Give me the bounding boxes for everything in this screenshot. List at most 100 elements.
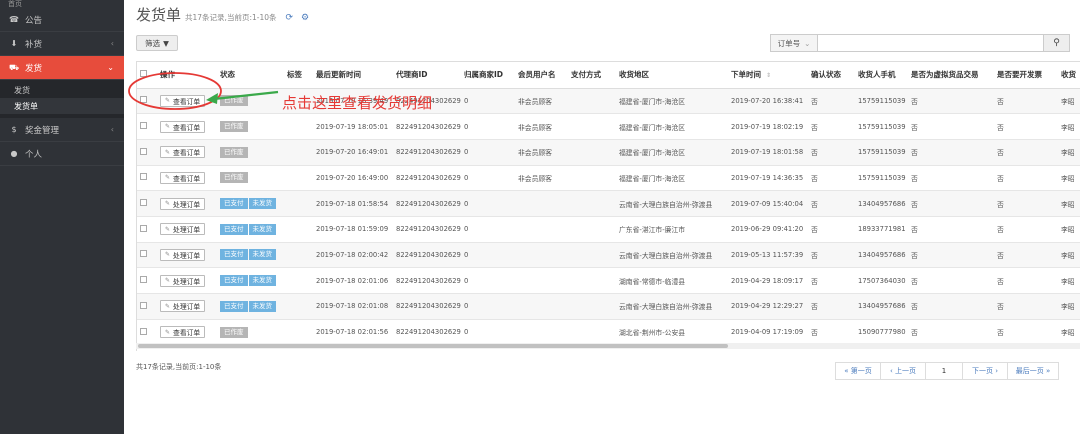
prev-page-button[interactable]: ‹ 上一页 (880, 362, 926, 380)
member-name-cell (515, 267, 568, 294)
label-cell (284, 242, 313, 269)
refresh-icon[interactable]: ⟳ (286, 13, 294, 23)
order-time-cell: 2019-04-29 18:09:17 (728, 267, 808, 294)
confirm-status-cell: 否 (808, 242, 855, 269)
row-checkbox[interactable] (140, 199, 147, 207)
column-header-label: 下单时间 (731, 70, 761, 80)
status-badge: 已支付 (220, 198, 248, 210)
order-time-cell: 2019-07-19 14:36:35 (728, 165, 808, 192)
submenu-item-label: 发货单 (14, 101, 38, 111)
filter-button[interactable]: 筛选 ▼ (136, 35, 178, 51)
search-field-select[interactable]: 订单号 ⌄ (770, 34, 818, 52)
column-header: 归属商家ID (461, 62, 515, 89)
row-select-cell[interactable] (137, 113, 157, 140)
process-order-button[interactable]: ✎ 处理订单 (160, 248, 206, 261)
column-header: 是否为虚拟货品交易 (908, 62, 994, 89)
sidebar-item-shipping[interactable]: ⛟ 发货 ⌄ (0, 56, 124, 80)
view-order-button[interactable]: ✎ 查看订单 (160, 120, 206, 133)
search-icon: ⚲ (1053, 38, 1060, 48)
title-row: 发货单 共17条记录,当前页:1-10条 ⟳ ⚙ (136, 4, 309, 25)
view-order-button[interactable]: ✎ 查看订单 (160, 94, 206, 107)
row-checkbox[interactable] (140, 327, 147, 335)
member-name-cell (515, 293, 568, 320)
action-label: 查看订单 (173, 329, 201, 338)
row-checkbox[interactable] (140, 276, 147, 284)
view-order-button[interactable]: ✎ 查看订单 (160, 171, 206, 184)
status-cell: 已支付 未发货 (217, 267, 284, 294)
status-badge: 未发货 (248, 300, 276, 312)
search-input[interactable] (818, 34, 1044, 52)
row-select-cell[interactable] (137, 216, 157, 243)
agent-id-cell: 8224912043026298 (393, 216, 461, 243)
receiver-cell: 李昭 (1058, 88, 1080, 115)
search-button[interactable]: ⚲ (1044, 34, 1070, 52)
agent-id-cell: 8224912043026298 (393, 113, 461, 140)
sidebar-item-announcement[interactable]: ☎ 公告 (0, 8, 124, 32)
scrollbar-thumb[interactable] (138, 344, 728, 348)
sidebar-item-label: 发货 (25, 63, 43, 74)
sidebar-item-bonus[interactable]: $ 奖金管理 ‹ (0, 118, 124, 142)
invoice-cell: 否 (994, 113, 1058, 140)
row-checkbox[interactable] (140, 301, 147, 309)
column-header-sortable[interactable]: 下单时间 ⇕ (728, 62, 808, 89)
process-order-button[interactable]: ✎ 处理订单 (160, 300, 206, 313)
row-select-cell[interactable] (137, 319, 157, 346)
process-order-button[interactable]: ✎ 处理订单 (160, 274, 206, 287)
sidebar-item-restock[interactable]: ⬇ 补货 ‹ (0, 32, 124, 56)
table-row: ✎ 查看订单 已作废 2019-07-19 18:05:01 8224912043026… (137, 113, 1080, 140)
receiver-cell: 李昭 (1058, 319, 1080, 346)
region-cell: 福建省-厦门市-海沧区 (616, 139, 728, 166)
updated-time-cell: 2019-07-18 02:01:56 (313, 319, 393, 346)
order-time-cell: 2019-06-29 09:41:20 (728, 216, 808, 243)
row-checkbox[interactable] (140, 224, 147, 232)
submenu-item-shipping[interactable]: 发货 (0, 82, 124, 98)
row-select-cell[interactable] (137, 139, 157, 166)
status-cell: 已作废 (217, 113, 284, 140)
row-checkbox[interactable] (140, 173, 147, 181)
row-select-cell[interactable] (137, 88, 157, 115)
next-page-button[interactable]: 下一页 › (962, 362, 1008, 380)
last-page-button[interactable]: 最后一页 » (1007, 362, 1059, 380)
row-select-cell[interactable] (137, 293, 157, 320)
row-checkbox[interactable] (140, 122, 147, 130)
process-order-button[interactable]: ✎ 处理订单 (160, 197, 206, 210)
chevron-down-icon: ⌄ (804, 38, 811, 48)
chevron-down-icon: ⌄ (107, 63, 114, 72)
agent-id-cell: 8224912043026298 (393, 139, 461, 166)
annotation-text: 点击这里查看发货明细 (282, 94, 433, 112)
confirm-status-cell: 否 (808, 216, 855, 243)
horizontal-scrollbar[interactable] (136, 343, 1080, 349)
receiver-cell: 李昭 (1058, 190, 1080, 217)
header-select-all[interactable] (137, 62, 157, 89)
submenu-item-shipping-orders[interactable]: 发货单 (0, 98, 124, 114)
row-select-cell[interactable] (137, 242, 157, 269)
region-cell: 湖北省-荆州市-公安县 (616, 319, 728, 346)
gear-icon[interactable]: ⚙ (301, 13, 309, 23)
invoice-cell: 否 (994, 319, 1058, 346)
invoice-cell: 否 (994, 88, 1058, 115)
sidebar-item-personal[interactable]: ● 个人 (0, 142, 124, 166)
row-select-cell[interactable] (137, 165, 157, 192)
process-order-button[interactable]: ✎ 处理订单 (160, 223, 206, 236)
select-all-checkbox[interactable] (140, 70, 147, 78)
order-time-cell: 2019-07-09 15:40:04 (728, 190, 808, 217)
first-page-button[interactable]: « 第一页 (835, 362, 881, 380)
confirm-status-cell: 否 (808, 139, 855, 166)
edit-icon: ✎ (165, 97, 171, 105)
sidebar-item-home[interactable]: 首页 (0, 0, 124, 8)
row-checkbox[interactable] (140, 96, 147, 104)
table-row: ✎ 处理订单 已支付 未发货 2019-07-18 02:01:08 8224912043… (137, 293, 1080, 320)
row-select-cell[interactable] (137, 190, 157, 217)
view-order-button[interactable]: ✎ 查看订单 (160, 146, 206, 159)
page-number-input[interactable]: 1 (925, 362, 963, 380)
status-badge: 已支付 (220, 249, 248, 261)
action-label: 查看订单 (173, 174, 201, 183)
view-order-button[interactable]: ✎ 查看订单 (160, 326, 206, 339)
member-name-cell (515, 242, 568, 269)
row-select-cell[interactable] (137, 267, 157, 294)
agent-id-cell: 8224912043026298 (393, 293, 461, 320)
row-checkbox[interactable] (140, 250, 147, 258)
action-cell: ✎ 处理订单 (157, 242, 217, 269)
row-checkbox[interactable] (140, 147, 147, 155)
action-label: 查看订单 (173, 97, 201, 106)
